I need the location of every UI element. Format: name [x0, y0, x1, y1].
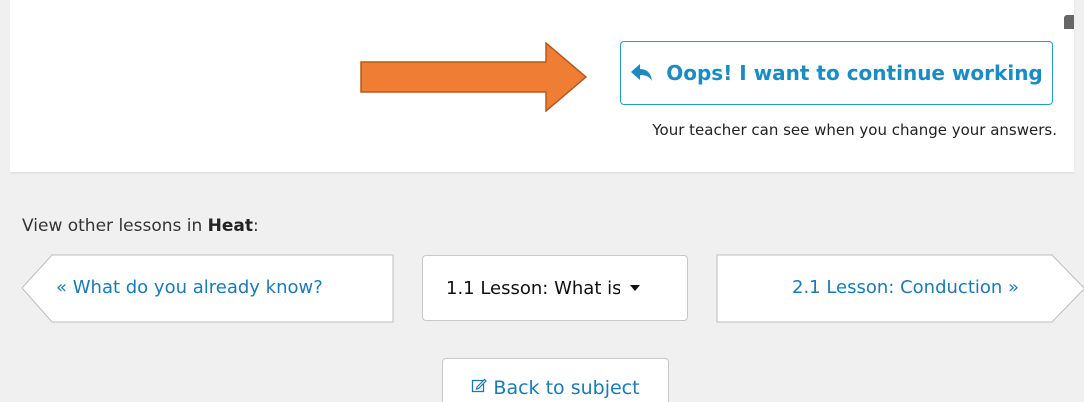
- lesson-nav-shapes: [21, 254, 1084, 323]
- back-to-subject-label: Back to subject: [493, 377, 640, 399]
- next-lesson-link[interactable]: 2.1 Lesson: Conduction »: [792, 277, 1019, 298]
- back-to-subject-button[interactable]: Back to subject: [442, 358, 669, 402]
- lesson-select-value: 1.1 Lesson: What is: [446, 277, 620, 299]
- previous-lesson-link[interactable]: « What do you already know?: [56, 277, 323, 298]
- edit-note-icon: [471, 377, 488, 398]
- lesson-page: Oops! I want to continue working Your te…: [0, 0, 1084, 402]
- lesson-select[interactable]: 1.1 Lesson: What is: [422, 255, 688, 321]
- chevron-down-icon: [630, 285, 640, 291]
